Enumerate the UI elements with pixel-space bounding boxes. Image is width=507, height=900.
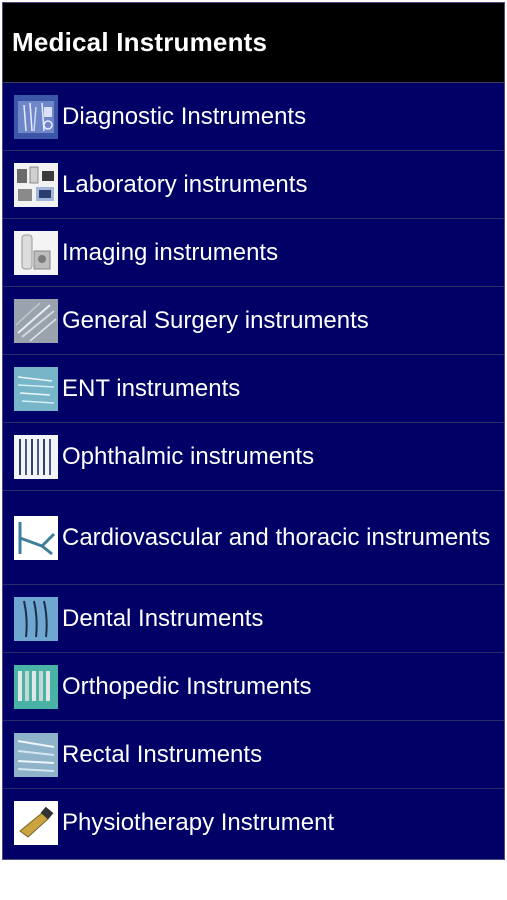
- list-item-diagnostic-instruments[interactable]: Diagnostic Instruments: [3, 83, 504, 151]
- page-title: Medical Instruments: [12, 27, 268, 57]
- list-item-imaging-instruments[interactable]: Imaging instruments: [3, 219, 504, 287]
- list-item-ent-instruments[interactable]: ENT instruments: [3, 355, 504, 423]
- list-item-orthopedic-instruments[interactable]: Orthopedic Instruments: [3, 653, 504, 721]
- app-window: Medical Instruments Diagnostic Instrumen…: [2, 2, 505, 860]
- list-item-label: Laboratory instruments: [62, 170, 308, 198]
- list-item-label: Ophthalmic instruments: [62, 442, 315, 470]
- list-item-label: ENT instruments: [62, 374, 241, 402]
- list-item-dental-instruments[interactable]: Dental Instruments: [3, 585, 504, 653]
- diagnostic-instruments-thumbnail: [14, 94, 58, 139]
- list-item-label: General Surgery instruments: [62, 306, 369, 334]
- list-item-label: Diagnostic Instruments: [62, 102, 307, 130]
- list-item-cardiovascular-instruments[interactable]: Cardiovascular and thoracic instruments: [3, 491, 504, 585]
- rectal-instruments-thumbnail: [14, 732, 58, 777]
- list-item-laboratory-instruments[interactable]: Laboratory instruments: [3, 151, 504, 219]
- list-item-rectal-instruments[interactable]: Rectal Instruments: [3, 721, 504, 789]
- imaging-instruments-thumbnail: [14, 230, 58, 275]
- laboratory-instruments-thumbnail: [14, 162, 58, 207]
- general-surgery-instruments-thumbnail: [14, 298, 58, 343]
- cardiovascular-instruments-thumbnail: [14, 515, 58, 560]
- list-item-label: Imaging instruments: [62, 238, 279, 266]
- list-item-ophthalmic-instruments[interactable]: Ophthalmic instruments: [3, 423, 504, 491]
- list-item-label: Orthopedic Instruments: [62, 672, 312, 700]
- category-list: Diagnostic Instruments Laboratory instru…: [3, 83, 504, 857]
- ophthalmic-instruments-thumbnail: [14, 434, 58, 479]
- orthopedic-instruments-thumbnail: [14, 664, 58, 709]
- list-item-label: Dental Instruments: [62, 604, 264, 632]
- list-item-label: Rectal Instruments: [62, 740, 263, 768]
- list-item-label: Cardiovascular and thoracic instruments: [62, 523, 491, 551]
- list-item-physiotherapy-instrument[interactable]: Physiotherapy Instrument: [3, 789, 504, 857]
- list-item-general-surgery-instruments[interactable]: General Surgery instruments: [3, 287, 504, 355]
- dental-instruments-thumbnail: [14, 596, 58, 641]
- list-item-label: Physiotherapy Instrument: [62, 809, 335, 836]
- app-header: Medical Instruments: [3, 3, 504, 83]
- ent-instruments-thumbnail: [14, 366, 58, 411]
- physiotherapy-instrument-thumbnail: [14, 801, 58, 845]
